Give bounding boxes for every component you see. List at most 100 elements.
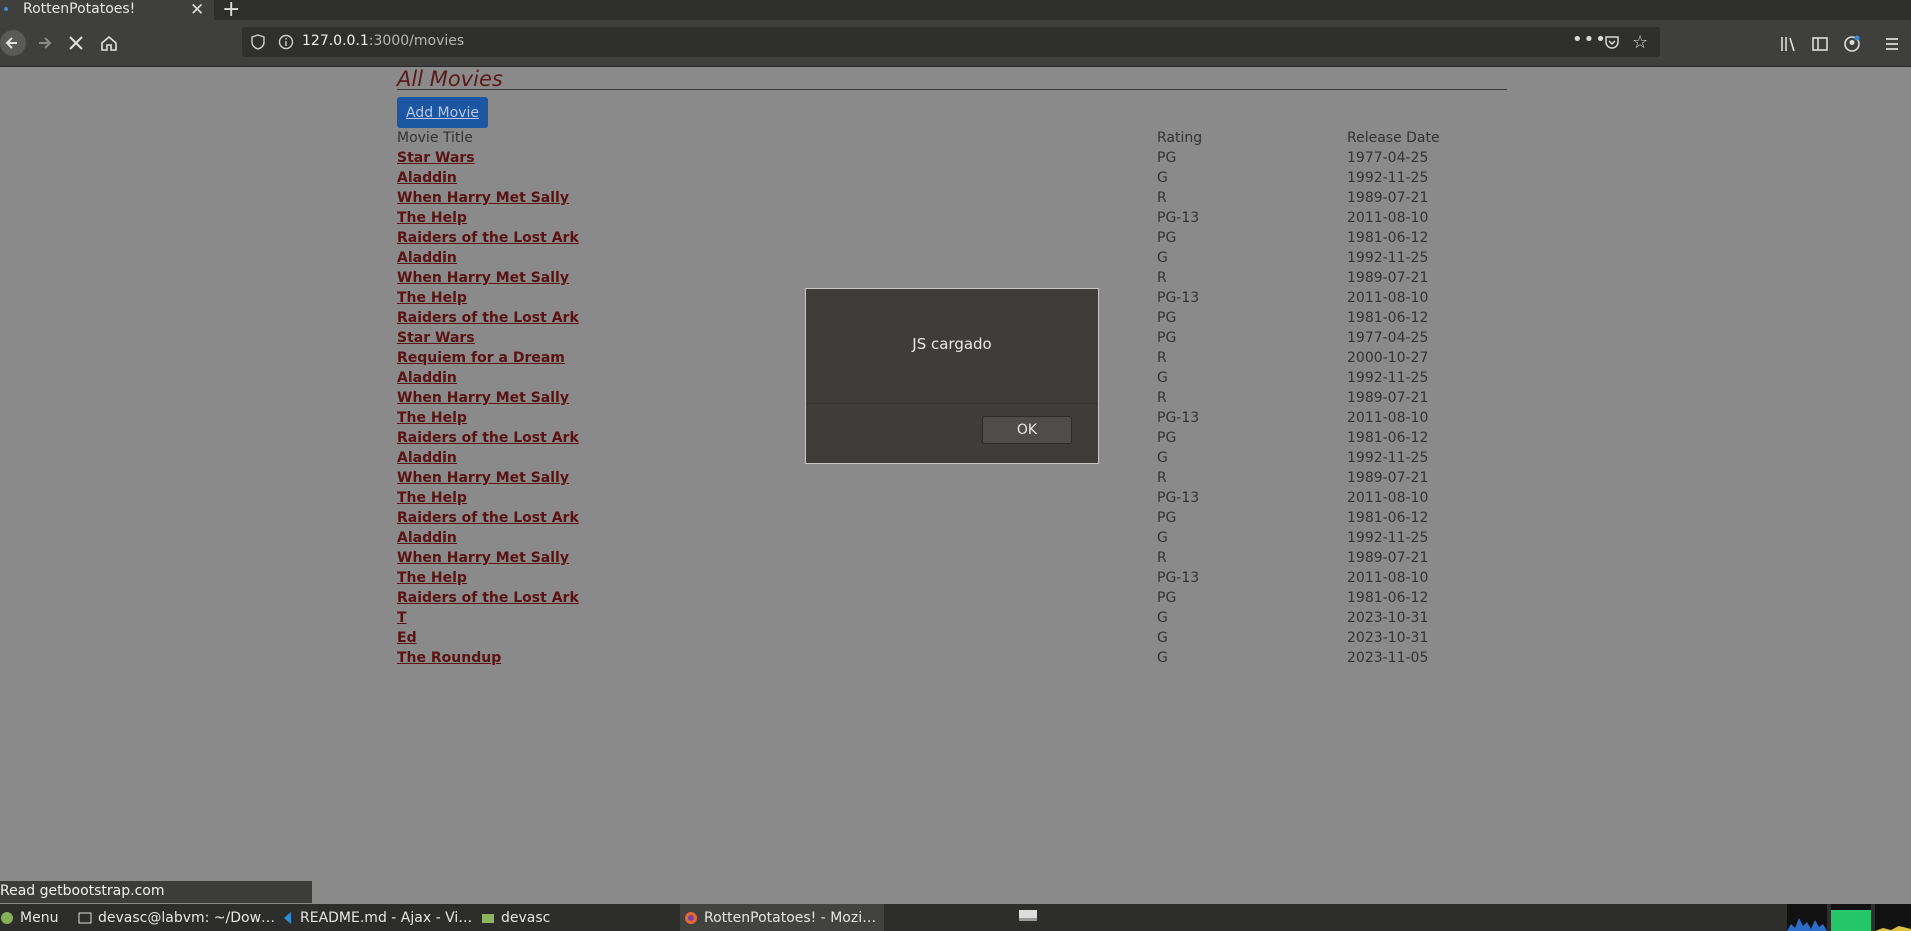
- vscode-icon: [284, 911, 291, 924]
- table-row: Star Wars PG 1977-04-25: [397, 150, 1507, 170]
- movie-release-date: 1989-07-21: [1347, 470, 1429, 486]
- movie-title-link[interactable]: The Help: [397, 570, 467, 586]
- movie-title-link[interactable]: Raiders of the Lost Ark: [397, 430, 579, 446]
- bookmark-star-icon[interactable]: ☆: [1632, 32, 1648, 53]
- forward-arrow-icon: [39, 37, 52, 49]
- movie-title-link[interactable]: Aladdin: [397, 370, 457, 386]
- table-row: T G 2023-10-31: [397, 610, 1507, 630]
- movie-release-date: 2011-08-10: [1347, 570, 1429, 586]
- add-movie-button[interactable]: Add Movie: [397, 97, 488, 128]
- movie-title-link[interactable]: T: [397, 610, 407, 626]
- column-header-title[interactable]: Movie Title: [397, 130, 473, 146]
- mint-logo-icon: [1, 911, 13, 924]
- table-row: The Roundup G 2023-11-05: [397, 650, 1507, 670]
- page-actions-menu-icon[interactable]: •••: [1572, 29, 1607, 50]
- ok-button[interactable]: OK: [982, 416, 1072, 444]
- movie-release-date: 1981-06-12: [1347, 310, 1429, 326]
- movie-rating: R: [1157, 270, 1167, 286]
- movie-release-date: 2023-10-31: [1347, 610, 1429, 626]
- movie-title-link[interactable]: Star Wars: [397, 330, 475, 346]
- movie-title-link[interactable]: Aladdin: [397, 170, 457, 186]
- movie-release-date: 1981-06-12: [1347, 510, 1429, 526]
- home-icon: [101, 35, 117, 51]
- account-icon[interactable]: [1843, 35, 1861, 53]
- movie-title-link[interactable]: When Harry Met Sally: [397, 190, 569, 206]
- movie-rating: PG-13: [1157, 210, 1200, 226]
- url-bar[interactable]: 127.0.0.1:3000/movies ••• ☆: [242, 27, 1660, 57]
- movie-title-link[interactable]: When Harry Met Sally: [397, 470, 569, 486]
- movie-title-link[interactable]: Raiders of the Lost Ark: [397, 510, 579, 526]
- movie-release-date: 2011-08-10: [1347, 490, 1429, 506]
- column-header-rating: Rating: [1157, 130, 1203, 146]
- home-button[interactable]: [98, 32, 120, 54]
- taskbar-item-vscode[interactable]: README.md - Ajax - Vi…: [280, 904, 472, 931]
- movie-rating: PG: [1157, 590, 1177, 606]
- sidebar-icon[interactable]: [1811, 35, 1829, 53]
- movie-title-link[interactable]: Requiem for a Dream: [397, 350, 565, 366]
- table-row: Raiders of the Lost Ark PG 1981-06-12: [397, 230, 1507, 250]
- column-header-release-date[interactable]: Release Date: [1347, 130, 1440, 146]
- dialog-message: JS cargado: [912, 335, 992, 353]
- back-arrow-icon: [5, 37, 17, 49]
- tracking-shield-icon[interactable]: [250, 34, 266, 50]
- movie-title-link[interactable]: Star Wars: [397, 150, 475, 166]
- taskbar-item-label: README.md - Ajax - Vi…: [300, 909, 473, 926]
- pocket-icon[interactable]: [1604, 34, 1620, 50]
- movie-title-link[interactable]: The Help: [397, 490, 467, 506]
- movie-title-link[interactable]: Aladdin: [397, 450, 457, 466]
- movie-rating: PG-13: [1157, 290, 1200, 306]
- hamburger-menu-icon[interactable]: [1883, 35, 1901, 53]
- site-info-icon[interactable]: [278, 34, 294, 50]
- movie-rating: G: [1157, 650, 1168, 666]
- taskbar-item-terminal[interactable]: devasc@labvm: ~/Dow…: [78, 904, 275, 931]
- movie-rating: G: [1157, 610, 1168, 626]
- movie-rating: R: [1157, 470, 1167, 486]
- taskbar-item-folder[interactable]: devasc: [481, 904, 550, 931]
- dialog-divider: [806, 403, 1098, 404]
- menu-label: Menu: [20, 909, 59, 926]
- movie-title-link[interactable]: Aladdin: [397, 250, 457, 266]
- movie-title-link[interactable]: Ed: [397, 630, 417, 646]
- table-row: Raiders of the Lost Ark PG 1981-06-12: [397, 510, 1507, 530]
- taskbar-item-firefox[interactable]: RottenPotatoes! - Mozi…: [680, 904, 884, 931]
- movie-title-link[interactable]: The Help: [397, 290, 467, 306]
- forward-button[interactable]: [34, 32, 56, 54]
- table-row: The Help PG-13 2011-08-10: [397, 490, 1507, 510]
- movie-rating: G: [1157, 250, 1168, 266]
- movie-release-date: 1989-07-21: [1347, 390, 1429, 406]
- browser-tab[interactable]: RottenPotatoes! ✕: [0, 0, 214, 20]
- movie-title-link[interactable]: The Help: [397, 210, 467, 226]
- page-title: All Movies: [397, 67, 503, 91]
- library-icon[interactable]: [1780, 35, 1798, 53]
- url-text[interactable]: 127.0.0.1:3000/movies: [302, 33, 464, 49]
- movie-title-link[interactable]: The Roundup: [397, 650, 501, 666]
- movie-rating: PG-13: [1157, 570, 1200, 586]
- start-menu-button[interactable]: Menu: [0, 904, 58, 931]
- movie-title-link[interactable]: Raiders of the Lost Ark: [397, 230, 579, 246]
- movie-rating: R: [1157, 190, 1167, 206]
- movie-title-link[interactable]: Aladdin: [397, 530, 457, 546]
- movie-rating: G: [1157, 170, 1168, 186]
- table-row: Aladdin G 1992-11-25: [397, 250, 1507, 270]
- movie-title-link[interactable]: When Harry Met Sally: [397, 270, 569, 286]
- taskbar-item-label: devasc@labvm: ~/Dow…: [98, 909, 276, 926]
- navigation-bar: 127.0.0.1:3000/movies ••• ☆: [0, 20, 1911, 67]
- table-row: Raiders of the Lost Ark PG 1981-06-12: [397, 590, 1507, 610]
- movie-release-date: 1989-07-21: [1347, 550, 1429, 566]
- stop-button[interactable]: [66, 33, 86, 53]
- movie-title-link[interactable]: When Harry Met Sally: [397, 550, 569, 566]
- movie-title-link[interactable]: The Help: [397, 410, 467, 426]
- movie-title-link[interactable]: When Harry Met Sally: [397, 390, 569, 406]
- table-row: Ed G 2023-10-31: [397, 630, 1507, 650]
- tab-close-icon[interactable]: ✕: [190, 0, 204, 20]
- drive-icon[interactable]: [1016, 904, 1040, 931]
- status-text: Read getbootstrap.com: [0, 883, 165, 899]
- taskbar-item-label: devasc: [501, 909, 551, 926]
- back-button[interactable]: [0, 30, 26, 56]
- new-tab-button[interactable]: +: [222, 0, 240, 22]
- movie-title-link[interactable]: Raiders of the Lost Ark: [397, 590, 579, 606]
- movie-rating: PG: [1157, 510, 1177, 526]
- movie-rating: R: [1157, 390, 1167, 406]
- table-row: When Harry Met Sally R 1989-07-21: [397, 270, 1507, 290]
- movie-title-link[interactable]: Raiders of the Lost Ark: [397, 310, 579, 326]
